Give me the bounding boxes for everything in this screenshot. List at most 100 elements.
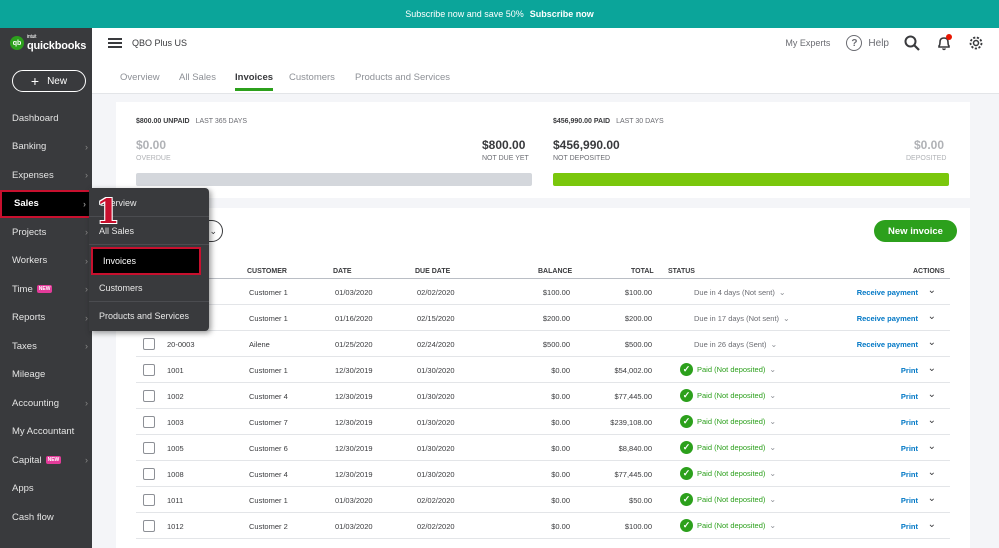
customer-name[interactable]: Customer 1 — [249, 288, 288, 297]
customer-name[interactable]: Customer 1 — [249, 314, 288, 323]
new-button[interactable]: + New — [12, 70, 86, 92]
receive-payment-link[interactable]: Receive payment — [857, 340, 918, 349]
tab-customers[interactable]: Customers — [289, 72, 335, 91]
flyout-invoices[interactable]: Invoices — [91, 247, 201, 275]
subscribe-link[interactable]: Subscribe now — [530, 9, 594, 19]
print-link[interactable]: Print — [901, 496, 918, 505]
invoice-status[interactable]: Due in 17 days (Not sent) ⌄ — [680, 314, 790, 323]
col-due-date[interactable]: DUE DATE — [415, 268, 450, 275]
chevron-down-icon[interactable]: ⌄ — [928, 285, 936, 296]
search-icon[interactable] — [903, 34, 921, 52]
paid-progress-bar[interactable] — [553, 173, 949, 186]
col-customer[interactable]: CUSTOMER — [247, 268, 287, 275]
col-total[interactable]: TOTAL — [631, 268, 654, 275]
tab-invoices[interactable]: Invoices — [235, 72, 274, 91]
table-row[interactable]: 1011 Customer 1 01/03/2020 02/02/2020 $0.00 $… — [136, 487, 950, 513]
chevron-down-icon[interactable]: ⌄ — [928, 441, 936, 452]
tab-products-and-services[interactable]: Products and Services — [355, 72, 450, 91]
table-row[interactable]: Customer 1 01/16/2020 02/15/2020 $200.00 $20… — [136, 305, 950, 331]
table-row[interactable]: 1005 Customer 6 12/30/2019 01/30/2020 $0.00 $… — [136, 435, 950, 461]
customer-name[interactable]: Customer 1 — [249, 496, 288, 505]
flyout-products-and-services[interactable]: Products and Services — [89, 302, 209, 330]
sidebar-item-accounting[interactable]: Accounting › — [0, 389, 92, 418]
row-checkbox[interactable] — [143, 338, 155, 350]
invoice-status[interactable]: ✓ Paid (Not deposited) ⌄ — [680, 415, 776, 428]
table-row[interactable]: 1001 Customer 1 12/30/2019 01/30/2020 $0.00 $… — [136, 357, 950, 383]
customer-name[interactable]: Customer 1 — [249, 366, 288, 375]
row-checkbox[interactable] — [143, 416, 155, 428]
my-experts-link[interactable]: My Experts — [785, 38, 830, 48]
invoice-status[interactable]: Due in 26 days (Sent) ⌄ — [680, 340, 777, 349]
customer-name[interactable]: Ailene — [249, 340, 270, 349]
chevron-down-icon[interactable]: ⌄ — [928, 389, 936, 400]
invoice-status[interactable]: ✓ Paid (Not deposited) ⌄ — [680, 441, 776, 454]
chevron-down-icon[interactable]: ⌄ — [928, 311, 936, 322]
invoice-status[interactable]: Due in 4 days (Not sent) ⌄ — [680, 288, 786, 297]
receive-payment-link[interactable]: Receive payment — [857, 314, 918, 323]
col-status[interactable]: STATUS — [668, 268, 695, 275]
sidebar-item-apps[interactable]: Apps — [0, 475, 92, 504]
help-button[interactable]: ? Help — [846, 35, 889, 51]
table-row[interactable]: 1012 Customer 2 01/03/2020 02/02/2020 $0.00 $… — [136, 513, 950, 539]
tab-overview[interactable]: Overview — [120, 72, 160, 91]
invoice-status[interactable]: ✓ Paid (Not deposited) ⌄ — [680, 389, 776, 402]
status-text: Paid (Not deposited) — [697, 417, 766, 426]
new-invoice-button[interactable]: New invoice — [874, 220, 957, 242]
sidebar-item-sales[interactable]: Sales › — [0, 189, 92, 218]
sidebar-item-capital[interactable]: Capital NEW › — [0, 446, 92, 475]
row-checkbox[interactable] — [143, 494, 155, 506]
row-checkbox[interactable] — [143, 364, 155, 376]
sidebar-item-my-accountant[interactable]: My Accountant — [0, 418, 92, 447]
invoice-status[interactable]: ✓ Paid (Not deposited) ⌄ — [680, 493, 776, 506]
flyout-customers[interactable]: Customers — [89, 274, 209, 302]
unpaid-progress-bar[interactable] — [136, 173, 532, 186]
customer-name[interactable]: Customer 4 — [249, 392, 288, 401]
sidebar-item-cash-flow[interactable]: Cash flow — [0, 503, 92, 532]
sidebar-item-mileage[interactable]: Mileage — [0, 361, 92, 390]
sidebar-item-dashboard[interactable]: Dashboard — [0, 104, 92, 133]
row-checkbox[interactable] — [143, 390, 155, 402]
invoice-status[interactable]: ✓ Paid (Not deposited) ⌄ — [680, 363, 776, 376]
print-link[interactable]: Print — [901, 470, 918, 479]
invoice-status[interactable]: ✓ Paid (Not deposited) ⌄ — [680, 467, 776, 480]
quickbooks-logo[interactable]: qb intuit quickbooks — [0, 28, 92, 58]
customer-name[interactable]: Customer 6 — [249, 444, 288, 453]
chevron-down-icon[interactable]: ⌄ — [928, 415, 936, 426]
sidebar-item-taxes[interactable]: Taxes › — [0, 332, 92, 361]
col-balance[interactable]: BALANCE — [538, 268, 572, 275]
chevron-down-icon[interactable]: ⌄ — [928, 467, 936, 478]
print-link[interactable]: Print — [901, 392, 918, 401]
chevron-down-icon[interactable]: ⌄ — [928, 363, 936, 374]
table-row[interactable]: 1002 Customer 4 12/30/2019 01/30/2020 $0.00 $… — [136, 383, 950, 409]
print-link[interactable]: Print — [901, 418, 918, 427]
receive-payment-link[interactable]: Receive payment — [857, 288, 918, 297]
sidebar-item-banking[interactable]: Banking › — [0, 133, 92, 162]
row-checkbox[interactable] — [143, 520, 155, 532]
customer-name[interactable]: Customer 4 — [249, 470, 288, 479]
chevron-down-icon[interactable]: ⌄ — [928, 337, 936, 348]
sidebar-item-reports[interactable]: Reports › — [0, 304, 92, 333]
table-row[interactable]: Customer 1 01/03/2020 02/02/2020 $100.00 $10… — [136, 279, 950, 305]
table-row[interactable]: 20-0003 Ailene 01/25/2020 02/24/2020 $500.00… — [136, 331, 950, 357]
col-date[interactable]: DATE — [333, 268, 352, 275]
row-checkbox[interactable] — [143, 442, 155, 454]
customer-name[interactable]: Customer 7 — [249, 418, 288, 427]
print-link[interactable]: Print — [901, 444, 918, 453]
sidebar-item-workers[interactable]: Workers › — [0, 247, 92, 276]
sidebar-item-projects[interactable]: Projects › — [0, 218, 92, 247]
chevron-down-icon[interactable]: ⌄ — [928, 519, 936, 530]
print-link[interactable]: Print — [901, 522, 918, 531]
bell-icon[interactable] — [935, 34, 953, 52]
customer-name[interactable]: Customer 2 — [249, 522, 288, 531]
chevron-down-icon[interactable]: ⌄ — [928, 493, 936, 504]
table-row[interactable]: 1003 Customer 7 12/30/2019 01/30/2020 $0.00 $… — [136, 409, 950, 435]
hamburger-icon[interactable] — [108, 36, 122, 50]
invoice-status[interactable]: ✓ Paid (Not deposited) ⌄ — [680, 519, 776, 532]
tab-all-sales[interactable]: All Sales — [179, 72, 216, 91]
print-link[interactable]: Print — [901, 366, 918, 375]
table-row[interactable]: 1008 Customer 4 12/30/2019 01/30/2020 $0.00 $… — [136, 461, 950, 487]
row-checkbox[interactable] — [143, 468, 155, 480]
sidebar-item-time[interactable]: Time NEW › — [0, 275, 92, 304]
sidebar-item-expenses[interactable]: Expenses › — [0, 161, 92, 190]
gear-icon[interactable] — [967, 34, 985, 52]
